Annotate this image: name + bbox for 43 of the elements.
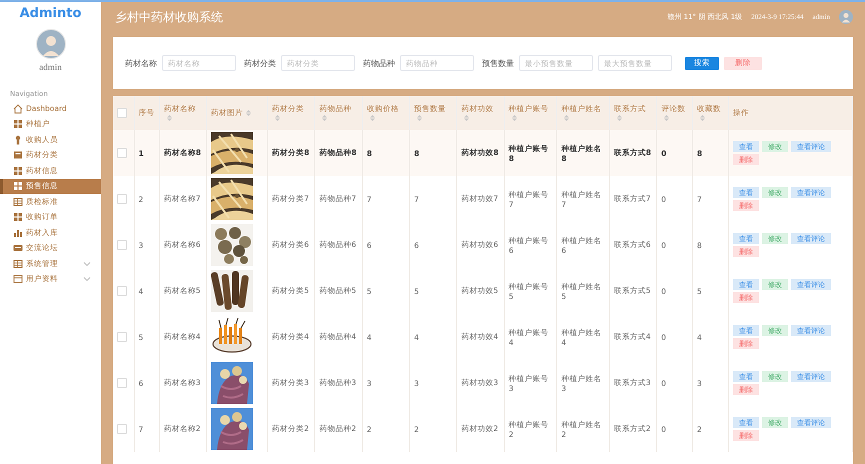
grid-icon [13, 166, 23, 176]
user-name: admin [39, 62, 62, 72]
person-icon [13, 134, 23, 145]
sort-icon[interactable] [563, 114, 570, 122]
box-icon [13, 150, 23, 160]
checkbox[interactable] [117, 108, 127, 118]
checkbox[interactable] [117, 240, 127, 250]
field-label: 预售数量 [482, 58, 514, 68]
sort-icon[interactable] [368, 114, 376, 122]
sort-icon[interactable] [245, 109, 252, 117]
sort-icon[interactable] [616, 114, 623, 122]
checkbox[interactable] [117, 148, 127, 158]
field-label: 药物品种 [363, 58, 395, 68]
chat-icon [13, 243, 23, 254]
field-label: 药材分类 [244, 58, 276, 68]
checkbox[interactable] [117, 332, 127, 342]
grid-icon [13, 181, 23, 192]
checkbox[interactable] [117, 424, 127, 434]
bar-chart-icon [13, 228, 23, 238]
sort-icon[interactable] [416, 114, 424, 122]
sort-icon[interactable] [321, 114, 328, 122]
checkbox[interactable] [117, 286, 127, 296]
grid-icon [13, 212, 23, 222]
sort-icon[interactable] [510, 114, 518, 122]
table-icon [13, 196, 23, 207]
sort-icon[interactable] [166, 114, 173, 122]
chevron-icon [83, 276, 91, 282]
user-avatar[interactable] [839, 10, 853, 24]
sort-icon[interactable] [663, 114, 670, 122]
sort-icon[interactable] [274, 114, 282, 122]
checkbox[interactable] [117, 378, 127, 388]
app-title: 乡村中药材收购系统 [115, 8, 224, 26]
sort-icon[interactable] [699, 114, 706, 122]
table-icon [13, 258, 23, 269]
field-label: 药材名称 [125, 58, 157, 68]
checkbox[interactable] [117, 194, 127, 204]
calendar-icon [13, 274, 23, 284]
grid-icon [13, 119, 23, 130]
home-icon [13, 104, 23, 114]
app-logo: Adminto [20, 6, 82, 21]
sort-icon[interactable] [463, 114, 470, 122]
chevron-icon [83, 260, 91, 267]
user-avatar [36, 29, 66, 59]
